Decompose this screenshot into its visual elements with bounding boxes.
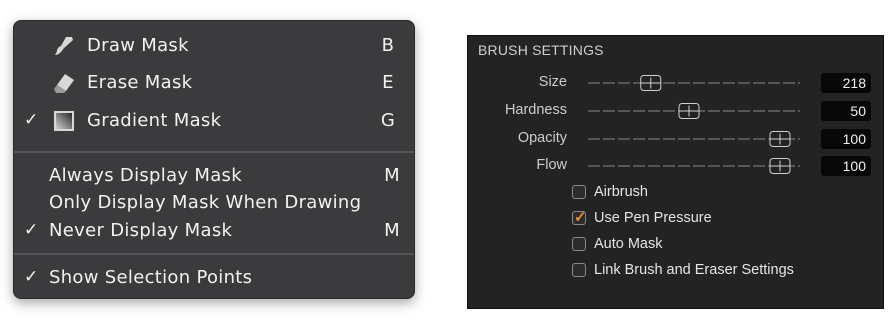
menu-item-label: Erase Mask: [87, 72, 193, 93]
menu-item-show-selection-points[interactable]: ✓ Show Selection Points: [14, 261, 414, 295]
slider-track[interactable]: [588, 128, 800, 150]
checkbox-label: Use Pen Pressure: [594, 210, 712, 226]
shortcut-key: M: [384, 165, 400, 186]
slider-thumb[interactable]: [640, 75, 662, 91]
slider-thumb[interactable]: [769, 131, 791, 147]
opacity-slider-row: Opacity 100: [468, 128, 883, 150]
checkbox-box[interactable]: ✓: [572, 209, 587, 226]
checkmark-icon: ✓: [24, 110, 39, 130]
menu-item-label: Show Selection Points: [49, 267, 253, 288]
checkbox-box[interactable]: [572, 185, 586, 199]
size-slider[interactable]: [588, 72, 800, 94]
shortcut-key: B: [381, 35, 395, 56]
menu-item-gradient-mask[interactable]: ✓ Gradient Mask G: [14, 104, 414, 138]
hardness-value-field[interactable]: 50: [821, 101, 871, 121]
panel-title: BRUSH SETTINGS: [478, 42, 604, 58]
menu-item-never-display-mask[interactable]: ✓ Never Display Mask M: [14, 214, 414, 248]
menu-item-label: Draw Mask: [87, 35, 189, 56]
checkmark-icon: ✓: [24, 267, 39, 287]
slider-thumb[interactable]: [769, 158, 791, 174]
flow-slider[interactable]: [588, 155, 800, 177]
shortcut-key: E: [382, 72, 394, 93]
slider-track[interactable]: [588, 155, 800, 177]
checkbox-box[interactable]: [572, 237, 586, 251]
menu-item-draw-mask[interactable]: Draw Mask B: [14, 29, 414, 63]
menu-item-label: Gradient Mask: [87, 110, 222, 131]
checkbox-box[interactable]: [572, 263, 586, 277]
brush-settings-panel: BRUSH SETTINGS Size 218 Hardness 50 Opac…: [467, 35, 884, 309]
slider-track[interactable]: [588, 72, 800, 94]
menu-item-erase-mask[interactable]: Erase Mask E: [14, 66, 414, 100]
menu-separator: [14, 253, 414, 255]
hardness-slider-row: Hardness 50: [468, 100, 883, 122]
menu-item-label: Only Display Mask When Drawing: [49, 192, 362, 213]
brush-icon: [52, 35, 76, 57]
checkbox-label: Airbrush: [594, 184, 648, 200]
checkmark-icon: ✓: [24, 220, 39, 240]
menu-item-label: Always Display Mask: [49, 165, 242, 186]
menu-item-label: Never Display Mask: [49, 220, 233, 241]
opacity-value-field[interactable]: 100: [821, 129, 871, 149]
menu-separator: [14, 151, 414, 153]
flow-slider-row: Flow 100: [468, 155, 883, 177]
hardness-slider[interactable]: [588, 100, 800, 122]
checkbox-label: Link Brush and Eraser Settings: [594, 262, 794, 278]
mask-context-menu: Draw Mask B Erase Mask E ✓ Gradient Mask…: [13, 20, 415, 299]
slider-thumb[interactable]: [678, 103, 700, 119]
checkbox-label: Auto Mask: [594, 236, 663, 252]
checkmark-icon: ✓: [574, 209, 587, 226]
size-value-field[interactable]: 218: [821, 73, 871, 93]
size-slider-row: Size 218: [468, 72, 883, 94]
slider-label: Flow: [536, 157, 567, 173]
opacity-slider[interactable]: [588, 128, 800, 150]
slider-label: Hardness: [504, 102, 567, 118]
shortcut-key: G: [380, 110, 396, 131]
shortcut-key: M: [384, 220, 400, 241]
eraser-icon: [52, 72, 76, 94]
gradient-icon: [52, 110, 76, 132]
slider-label: Size: [538, 74, 567, 90]
slider-track[interactable]: [588, 100, 800, 122]
slider-label: Opacity: [517, 130, 567, 146]
flow-value-field[interactable]: 100: [821, 156, 871, 176]
